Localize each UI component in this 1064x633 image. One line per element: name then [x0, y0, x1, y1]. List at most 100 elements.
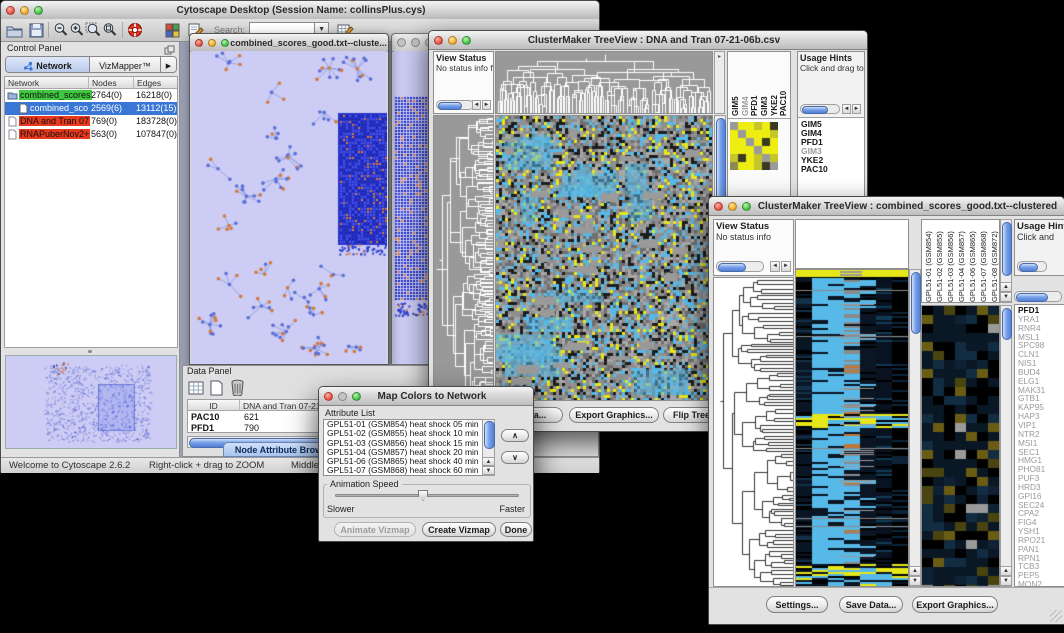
heatmap-vscrollbar[interactable]: ▲ ▼: [909, 269, 921, 587]
scrollb​ar-thumb[interactable]: [484, 421, 495, 449]
scroll-right-icon[interactable]: ►: [781, 261, 791, 272]
table-row[interactable]: PAC10: [191, 412, 219, 422]
cytoscape-titlebar[interactable]: Cytoscape Desktop (Session Name: collins…: [1, 1, 599, 20]
row-dendrogram[interactable]: [713, 277, 794, 587]
create-vizmap-button[interactable]: Create Vizmap: [422, 522, 496, 537]
scrollbar-thumb[interactable]: [1016, 293, 1048, 302]
zoom-selected-icon[interactable]: [85, 22, 102, 38]
minimize-button[interactable]: [20, 6, 29, 15]
export-graphics-button[interactable]: Export Graphics...: [912, 596, 998, 613]
column-label[interactable]: PFD1: [750, 54, 760, 116]
scroll-left-icon[interactable]: ◄: [842, 104, 851, 114]
column-label[interactable]: GIM5: [731, 54, 741, 116]
settings-button[interactable]: Settings...: [766, 596, 828, 613]
hscrollbar[interactable]: [436, 100, 474, 110]
help-lifebuoy-icon[interactable]: [127, 22, 143, 38]
column-label[interactable]: YKE2: [770, 54, 780, 116]
tab-vizmapper[interactable]: VizMapper™: [90, 57, 161, 73]
column-label[interactable]: GPL51-07 (GSM868): [978, 221, 989, 302]
scroll-down-icon[interactable]: ▼: [1001, 576, 1011, 586]
move-down-button[interactable]: ∨: [501, 451, 529, 464]
column-label[interactable]: GPL51-02 (GSM855): [934, 221, 945, 302]
zoom-in-icon[interactable]: [69, 22, 85, 38]
splitter-handle[interactable]: [88, 350, 92, 353]
save-data-button[interactable]: Save Data...: [839, 596, 903, 613]
done-button[interactable]: Done: [500, 522, 532, 537]
zoom-vscrollbar[interactable]: ▲ ▼: [1000, 305, 1012, 587]
hscrollbar[interactable]: [800, 104, 840, 114]
delete-attribute-icon[interactable]: [230, 379, 245, 396]
network1-titlebar[interactable]: combined_scores_good.txt--cluste...: [190, 34, 388, 52]
minimize-button[interactable]: [208, 39, 216, 47]
overview-canvas[interactable]: [6, 356, 176, 448]
network-row-selected[interactable]: combined_sco 2569(6) 13112(15): [5, 102, 177, 115]
close-button[interactable]: [6, 6, 15, 15]
close-button[interactable]: [195, 39, 203, 47]
row-dendrogram-canvas[interactable]: [434, 116, 493, 400]
network-overview[interactable]: [5, 355, 177, 449]
scrollbar-thumb[interactable]: [716, 118, 726, 204]
animate-vizmap-button[interactable]: Animate Vizmap: [334, 522, 416, 537]
genelist-hscrollbar[interactable]: [1014, 291, 1062, 302]
labels-vscrollbar[interactable]: ▲ ▼: [1000, 219, 1012, 303]
scroll-left-icon[interactable]: ◄: [472, 100, 481, 110]
scrollbar-thumb[interactable]: [1002, 308, 1012, 340]
heatmap-zoom-canvas[interactable]: [922, 306, 999, 586]
tabs-overflow-arrow[interactable]: ▶: [161, 57, 176, 73]
scroll-down-icon[interactable]: ▼: [483, 466, 494, 475]
chevron-right-icon[interactable]: ▸: [715, 52, 724, 62]
heatmap-main[interactable]: [495, 115, 713, 401]
network-name[interactable]: DNA and Tran 07: [19, 116, 90, 126]
minimize-button[interactable]: [338, 392, 347, 401]
scroll-up-icon[interactable]: ▲: [1001, 282, 1011, 292]
col-edges[interactable]: Edges: [134, 77, 177, 89]
zoom-button[interactable]: [352, 392, 361, 401]
close-button[interactable]: [434, 36, 443, 45]
dialog-titlebar[interactable]: Map Colors to Network: [319, 387, 533, 406]
network-name[interactable]: RNAPuberNov2+: [19, 129, 90, 139]
row-dendrogram[interactable]: [433, 115, 494, 401]
pane-divider[interactable]: ▸: [714, 51, 725, 114]
close-button[interactable]: [397, 38, 406, 47]
treeview1-titlebar[interactable]: ClusterMaker TreeView : DNA and Tran 07-…: [429, 31, 867, 50]
zoom-out-icon[interactable]: [53, 22, 69, 38]
zoom-button[interactable]: [34, 6, 43, 15]
col-id[interactable]: ID: [188, 400, 240, 411]
open-session-icon[interactable]: [6, 23, 23, 38]
scroll-right-icon[interactable]: ►: [852, 104, 861, 114]
list-vscrollbar[interactable]: ▲ ▼: [482, 419, 495, 476]
attribute-item[interactable]: GPL51-07 (GSM868) heat shock 60 min: [324, 466, 494, 475]
column-dendrogram-canvas[interactable]: [496, 52, 712, 113]
heatmap-main[interactable]: [795, 269, 909, 587]
network1-canvas[interactable]: [191, 51, 387, 364]
col-nodes[interactable]: Nodes: [89, 77, 134, 89]
col-network[interactable]: Network: [5, 77, 89, 89]
scrollbar-thumb[interactable]: [911, 272, 921, 334]
scroll-up-icon[interactable]: ▲: [1001, 566, 1011, 576]
network-row[interactable]: DNA and Tran 07 769(0) 183728(0): [5, 115, 177, 128]
attribute-table-icon[interactable]: [188, 380, 205, 396]
heatmap-zoom[interactable]: [921, 305, 1000, 587]
scroll-up-icon[interactable]: ▲: [483, 457, 494, 466]
move-up-button[interactable]: ∧: [501, 429, 529, 442]
tab-network[interactable]: Network: [6, 57, 90, 73]
column-label[interactable]: PAC10: [779, 54, 789, 116]
column-label[interactable]: GIM4: [741, 54, 751, 116]
scroll-down-icon[interactable]: ▼: [910, 576, 920, 586]
network-row[interactable]: RNAPuberNov2+ 563(0) 107847(0): [5, 128, 177, 141]
minimize-button[interactable]: [411, 38, 420, 47]
vizmapper-icon[interactable]: [165, 23, 180, 38]
minimize-button[interactable]: [728, 202, 737, 211]
hscrollbar[interactable]: [1017, 261, 1047, 272]
column-dendrogram[interactable]: [495, 51, 713, 114]
column-label[interactable]: GPL51-04 (GSM857): [956, 221, 967, 302]
zoom-button[interactable]: [221, 39, 229, 47]
scrollbar-thumb[interactable]: [802, 106, 828, 114]
scroll-down-icon[interactable]: ▼: [1001, 292, 1011, 302]
zoom-button[interactable]: [462, 36, 471, 45]
table-row[interactable]: PFD1: [191, 423, 214, 433]
network-name[interactable]: combined_sco: [30, 103, 88, 113]
scroll-right-icon[interactable]: ►: [482, 100, 491, 110]
column-label[interactable]: GPL51-06 (GSM865): [967, 221, 978, 302]
selection-heatmap-canvas[interactable]: [730, 122, 778, 170]
